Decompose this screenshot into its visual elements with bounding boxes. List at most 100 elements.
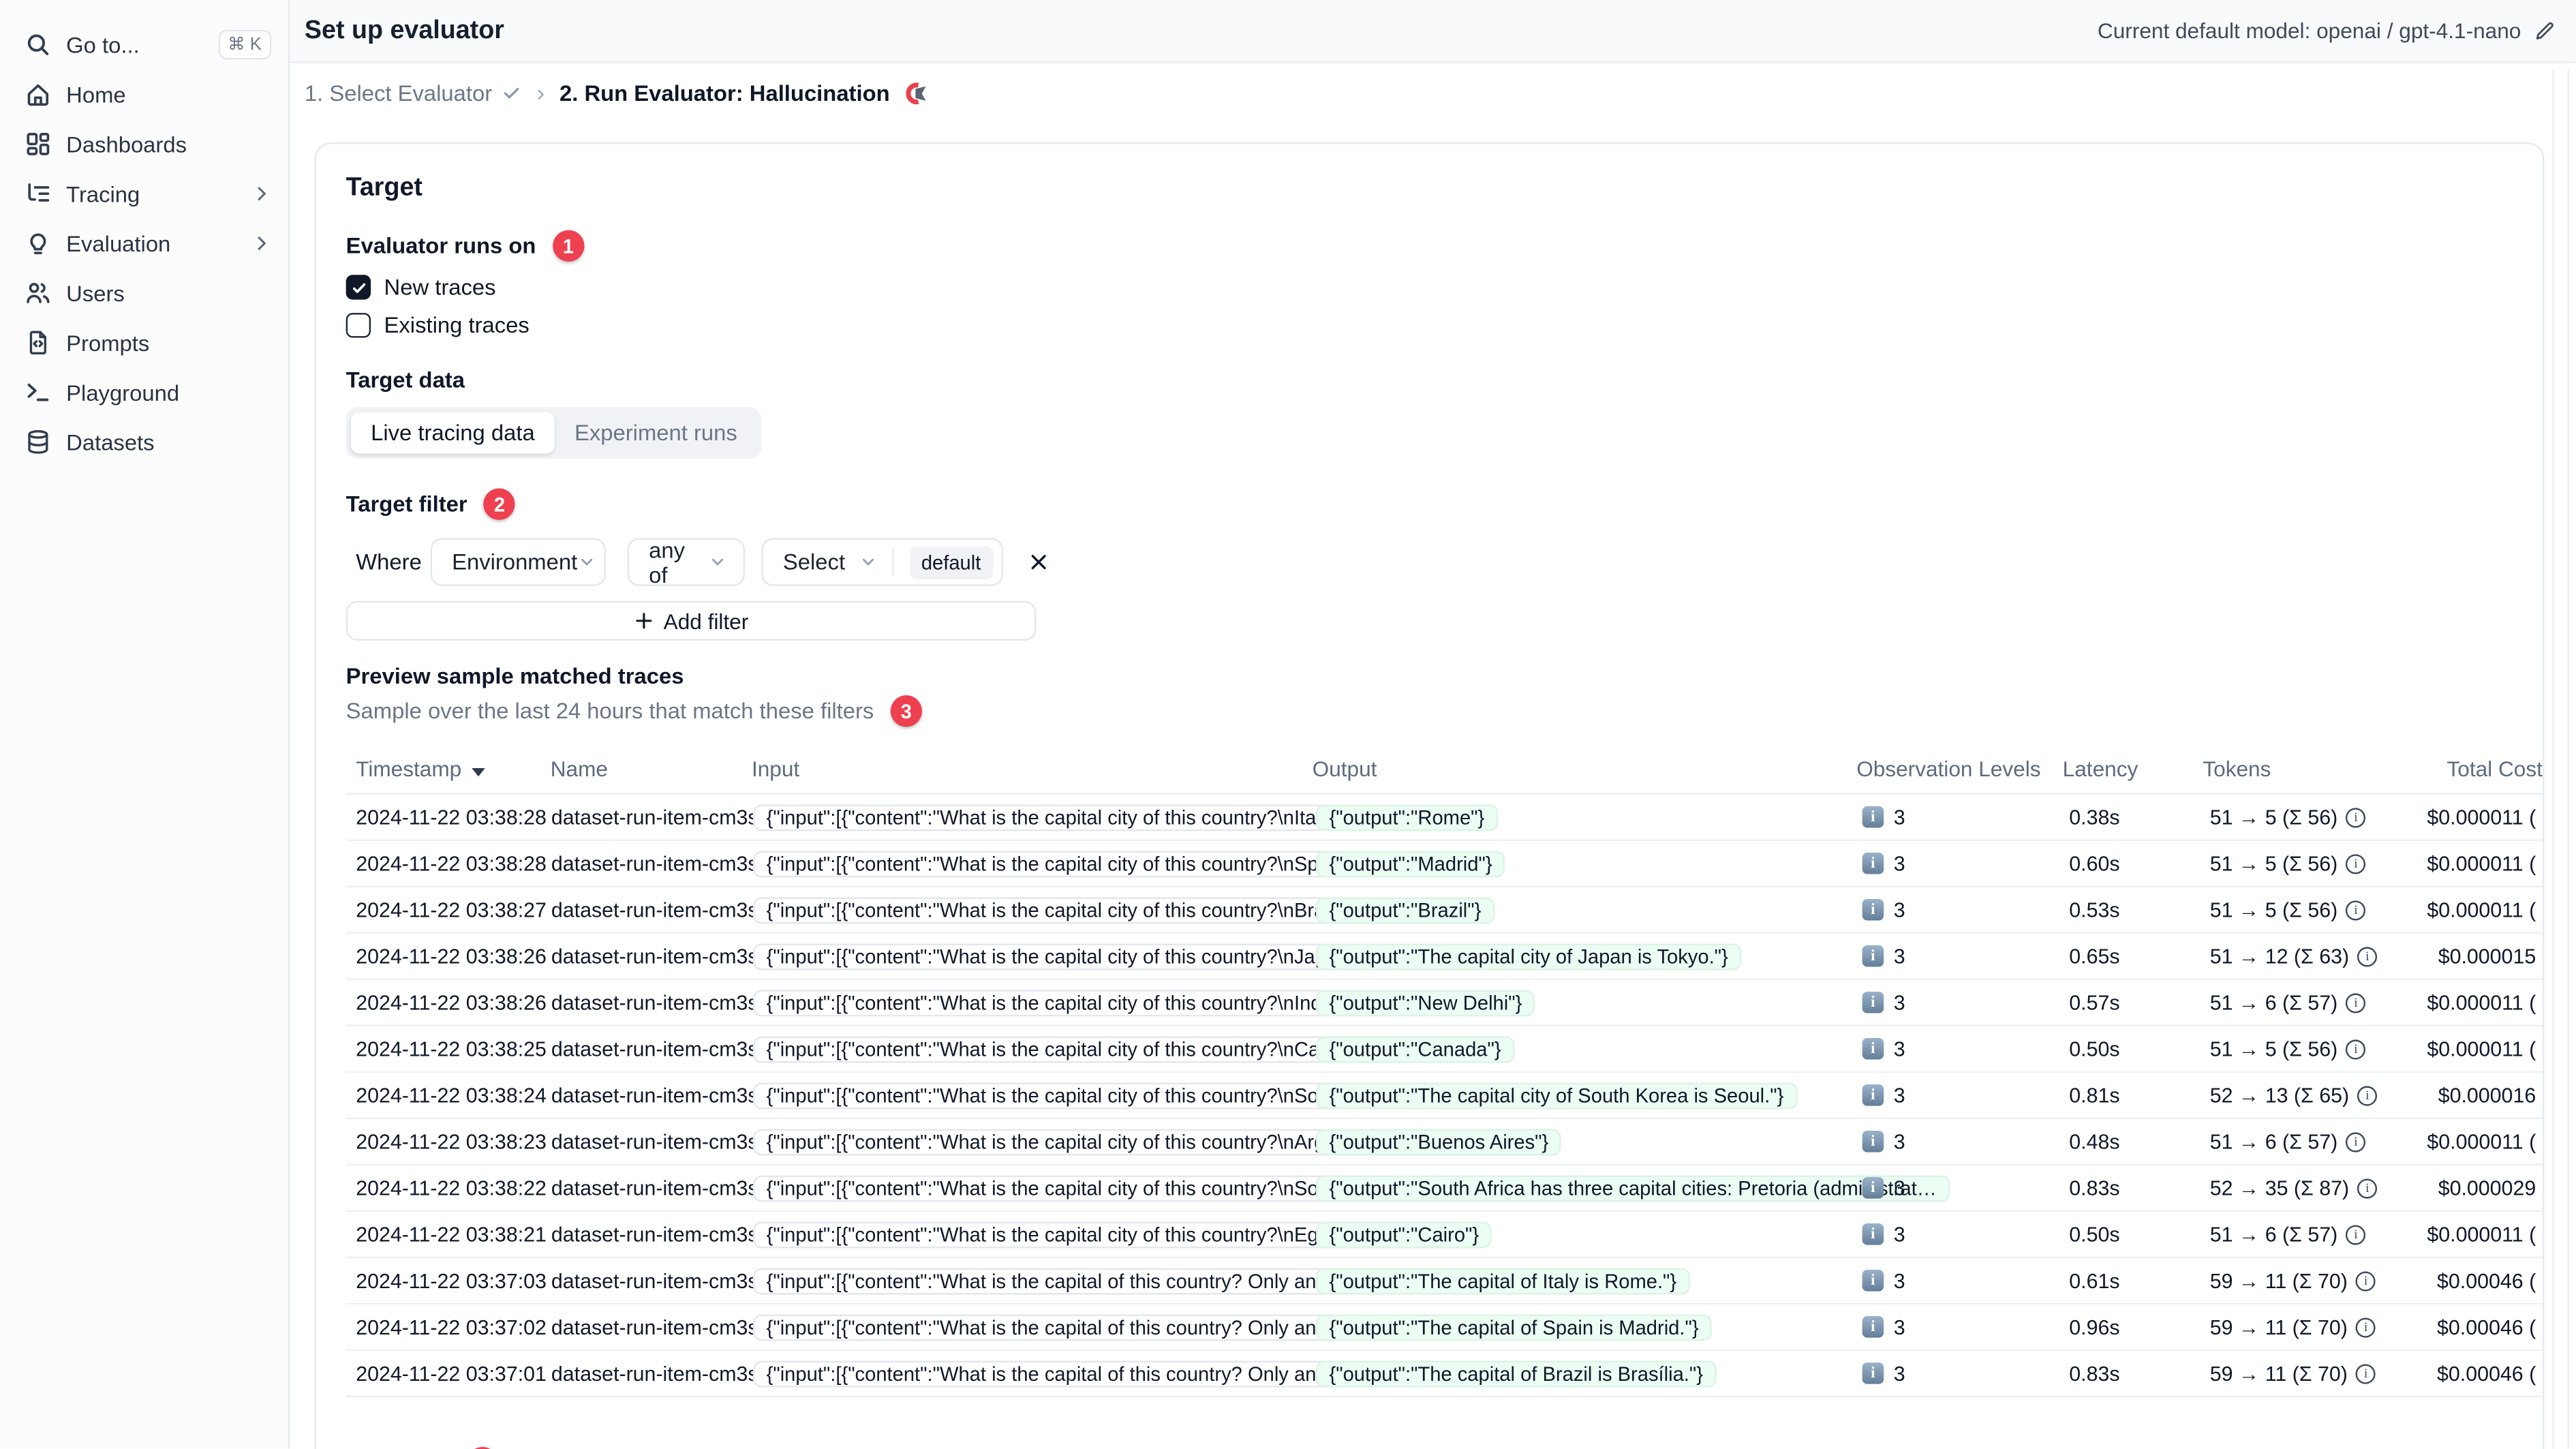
observation-count: 3 [1893,851,1905,875]
cost-value: $0.000011 ( [2427,805,2536,829]
cell-tokens: 51 → 5 (Σ 56) i [2210,898,2455,921]
check-icon [502,82,522,102]
column-header-total-cost[interactable]: Total Cost [2447,756,2542,780]
table-row[interactable]: 2024-11-22 03:37:01 dataset-run-item-cm3… [346,1351,2543,1398]
sidebar-item-tracing[interactable]: Tracing [0,169,288,219]
column-header-output[interactable]: Output [1313,756,1857,780]
column-header-tokens[interactable]: Tokens [2203,756,2447,780]
cell-output[interactable]: {"output":"The capital city of Japan is … [1316,943,1742,970]
cell-input[interactable]: {"input":[{"content":"What is the capita… [753,1267,1385,1294]
breadcrumb: 1. Select Evaluator › 2. Run Evaluator: … [305,80,930,106]
cell-input[interactable]: {"input":[{"content":"What is the capita… [753,989,1378,1016]
cell-input[interactable]: {"input":[{"content":"What is the capita… [753,1313,1385,1341]
add-filter-button[interactable]: Add filter [346,600,1037,641]
info-square-icon: i [1862,1131,1884,1153]
cell-observation-levels: i 3 [1862,945,2070,968]
sidebar-item-datasets[interactable]: Datasets [0,417,288,467]
cell-input[interactable]: {"input":[{"content":"What is the capita… [753,1360,1385,1387]
breadcrumb-step-1[interactable]: 1. Select Evaluator [305,80,522,105]
table-row[interactable]: 2024-11-22 03:38:28 dataset-run-item-cm3… [346,795,2543,841]
tab-experiment-runs[interactable]: Experiment runs [555,412,757,454]
cell-latency: 0.57s [2069,990,2120,1014]
cell-output[interactable]: {"output":"The capital of Brazil is Bras… [1316,1360,1717,1387]
cost-value: $0.000011 ( [2427,1037,2536,1061]
sidebar-item-playground[interactable]: Playground [0,367,288,417]
cell-input[interactable]: {"input":[{"content":"What is the capita… [753,943,1382,970]
cell-output[interactable]: {"output":"South Africa has three capita… [1316,1174,1950,1202]
column-header-latency[interactable]: Latency [2063,756,2203,780]
cell-output[interactable]: {"output":"The capital of Italy is Rome.… [1316,1267,1690,1294]
cell-input[interactable]: {"input":[{"content":"What is the capita… [753,804,1377,831]
cell-latency: 0.53s [2069,898,2120,921]
table-row[interactable]: 2024-11-22 03:38:25 dataset-run-item-cm3… [346,1026,2543,1073]
playground-icon [25,379,51,406]
table-row[interactable]: 2024-11-22 03:37:02 dataset-run-item-cm3… [346,1305,2543,1352]
edit-pencil-icon[interactable] [2534,20,2556,42]
table-row[interactable]: 2024-11-22 03:38:24 dataset-run-item-cm3… [346,1073,2543,1120]
default-model-label: Current default model: openai / gpt-4.1-… [2097,18,2521,44]
table-row[interactable]: 2024-11-22 03:37:03 dataset-run-item-cm3… [346,1258,2543,1305]
filter-value-select[interactable]: Select default [761,538,1003,586]
cell-output[interactable]: {"output":"The capital city of South Kor… [1316,1082,1797,1109]
cell-input[interactable]: {"input":[{"content":"What is the capita… [753,1174,1379,1202]
step-badge-3: 3 [890,695,922,727]
cell-input[interactable]: {"input":[{"content":"What is the capita… [753,1082,1379,1109]
column-header-input[interactable]: Input [752,756,1313,780]
column-header-name[interactable]: Name [551,756,752,780]
column-header-timestamp[interactable]: Timestamp [346,756,551,780]
cell-input[interactable]: {"input":[{"content":"What is the capita… [753,896,1377,924]
table-row[interactable]: 2024-11-22 03:38:26 dataset-run-item-cm3… [346,934,2543,980]
filter-column-select[interactable]: Environment [430,538,607,586]
cell-total-cost: $0.000011 ( [2427,887,2543,932]
cell-output[interactable]: {"output":"Cairo"} [1316,1221,1492,1248]
window-scrollbar[interactable] [2567,70,2569,1449]
cell-output[interactable]: {"output":"Madrid"} [1316,850,1506,877]
info-square-icon: i [1862,898,1884,921]
sidebar-item-evaluation[interactable]: Evaluation [0,219,288,269]
table-row[interactable]: 2024-11-22 03:38:28 dataset-run-item-cm3… [346,841,2543,887]
new-traces-checkbox[interactable] [346,275,371,300]
cell-observation-levels: i 3 [1862,1223,2070,1246]
filter-row: Where Environment any of Select default [346,537,2513,587]
cell-output[interactable]: {"output":"New Delhi"} [1316,989,1535,1016]
existing-traces-option[interactable]: Existing traces [346,313,2513,338]
cell-observation-levels: i 3 [1862,1037,2070,1061]
tab-live-tracing-data[interactable]: Live tracing data [350,412,555,454]
cell-output[interactable]: {"output":"Rome"} [1316,804,1498,831]
table-row[interactable]: 2024-11-22 03:38:22 dataset-run-item-cm3… [346,1165,2543,1212]
cell-tokens: 51 → 6 (Σ 57) i [2210,991,2455,1014]
cell-total-cost: $0.000011 ( [2427,980,2543,1025]
default-model-setting[interactable]: Current default model: openai / gpt-4.1-… [2098,18,2556,43]
filter-operator-select[interactable]: any of [627,537,746,587]
cell-tokens: 51 → 5 (Σ 56) i [2210,1037,2455,1061]
cell-output[interactable]: {"output":"Buenos Aires"} [1316,1128,1562,1155]
target-data-tabs: Live tracing data Experiment runs [346,407,763,459]
info-square-icon: i [1862,945,1884,967]
table-row[interactable]: 2024-11-22 03:38:26 dataset-run-item-cm3… [346,980,2543,1026]
cell-output[interactable]: {"output":"Brazil"} [1316,896,1494,924]
cell-input[interactable]: {"input":[{"content":"What is the capita… [753,1221,1379,1248]
cell-total-cost: $0.000029 [2438,1165,2543,1210]
cell-input[interactable]: {"input":[{"content":"What is the capita… [753,850,1379,877]
sidebar-item-users[interactable]: Users [0,268,288,318]
table-row[interactable]: 2024-11-22 03:38:23 dataset-run-item-cm3… [346,1119,2543,1166]
existing-traces-checkbox[interactable] [346,313,371,338]
column-header-observation-levels[interactable]: Observation Levels [1856,756,2062,780]
remove-filter-button[interactable] [1023,547,1053,577]
table-row[interactable]: 2024-11-22 03:38:21 dataset-run-item-cm3… [346,1212,2543,1259]
sidebar-item-prompts[interactable]: Prompts [0,318,288,367]
traces-preview-table: Timestamp Name Input Output Observation … [346,744,2543,1398]
users-icon [25,280,51,307]
cell-output[interactable]: {"output":"The capital of Spain is Madri… [1316,1313,1713,1341]
cell-latency: 0.50s [2069,1037,2120,1061]
info-square-icon: i [1862,1223,1884,1245]
cell-name: dataset-run-item-cm3s4 [551,898,754,921]
sidebar-item-dashboards[interactable]: Dashboards [0,119,288,169]
cell-input[interactable]: {"input":[{"content":"What is the capita… [753,1035,1375,1063]
sidebar-item-home[interactable]: Home [0,70,288,119]
cell-output[interactable]: {"output":"Canada"} [1316,1035,1515,1063]
new-traces-option[interactable]: New traces [346,275,2513,300]
goto-search[interactable]: Go to... ⌘ K [0,20,288,70]
table-row[interactable]: 2024-11-22 03:38:27 dataset-run-item-cm3… [346,887,2543,934]
cell-input[interactable]: {"input":[{"content":"What is the capita… [753,1128,1381,1155]
